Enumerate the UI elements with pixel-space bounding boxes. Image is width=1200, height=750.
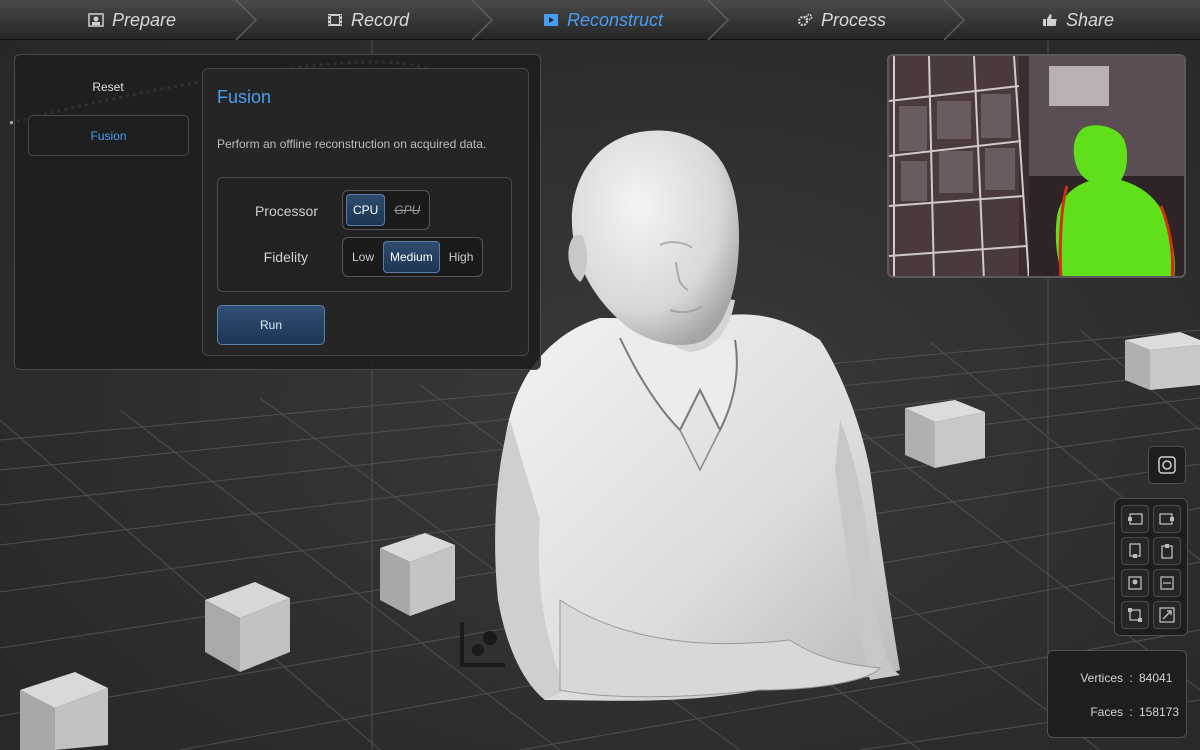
thumbs-up-icon (1043, 14, 1057, 26)
camera-preview (887, 54, 1186, 278)
panel-description: Perform an offline reconstruction on acq… (217, 137, 487, 151)
fidelity-option-low[interactable]: Low (346, 241, 380, 273)
faces-row: Faces : 158173 (1048, 705, 1188, 719)
gears-icon (797, 13, 813, 27)
camera-cube (20, 672, 108, 750)
step-label: Record (351, 9, 410, 30)
view-top-icon (1161, 544, 1173, 559)
faces-value: 158173 (1139, 705, 1180, 719)
fusion-panel: Fusion Perform an offline reconstruction… (202, 68, 529, 356)
film-icon (328, 14, 342, 26)
preview-image (889, 56, 1184, 276)
view-back-icon (1160, 576, 1174, 590)
reconstructed-mesh (495, 130, 900, 701)
view-bottom-button[interactable] (1121, 537, 1149, 565)
view-tools (1114, 498, 1188, 636)
view-left-icon (1128, 513, 1143, 525)
fullscreen-button[interactable] (1153, 601, 1181, 629)
workflow-bar: Prepare Record Reconstruct Process Share (0, 0, 1200, 40)
fit-view-icon (1128, 608, 1142, 622)
fidelity-option-high[interactable]: High (443, 241, 480, 273)
step-label: Share (1066, 9, 1115, 30)
sidebar-item-label: Fusion (90, 128, 127, 143)
processor-label: Processor (254, 203, 318, 219)
camera-cube (205, 582, 290, 672)
camera-cube (1125, 332, 1200, 390)
view-front-icon (1128, 576, 1142, 590)
processor-option-cpu[interactable]: CPU (346, 194, 386, 226)
run-button[interactable]: Run (217, 305, 325, 345)
view-right-icon (1159, 513, 1174, 525)
step-process[interactable]: Process (797, 0, 886, 40)
view-right-button[interactable] (1153, 505, 1181, 533)
sidebar-item-fusion[interactable]: Fusion (28, 115, 189, 156)
faces-label: Faces (1090, 705, 1123, 719)
step-prepare[interactable]: Prepare (88, 0, 176, 40)
step-reconstruct[interactable]: Reconstruct (543, 0, 663, 40)
fidelity-option-medium[interactable]: Medium (383, 241, 440, 273)
step-share[interactable]: Share (1042, 0, 1114, 40)
vertices-row: Vertices : 84041 (1048, 671, 1188, 685)
stat-separator: : (1129, 671, 1133, 685)
view-bottom-icon (1129, 543, 1141, 558)
view-back-button[interactable] (1153, 569, 1181, 597)
prepare-icon (88, 13, 104, 27)
mesh-stats: Vertices : 84041 Faces : 158173 (1047, 650, 1187, 738)
fidelity-selector: Low Medium High (342, 237, 484, 277)
view-top-button[interactable] (1153, 537, 1181, 565)
step-label: Reconstruct (567, 9, 664, 30)
fusion-settings: Processor CPU GPU Fidelity Low Medium Hi… (217, 177, 512, 292)
fit-view-button[interactable] (1121, 601, 1149, 629)
camera-reset-icon (1158, 456, 1176, 474)
reconstruct-icon (544, 14, 558, 26)
axis-gizmo (460, 622, 505, 667)
view-left-button[interactable] (1121, 505, 1149, 533)
step-label: Process (821, 9, 887, 30)
fullscreen-icon (1159, 607, 1175, 623)
vertices-label: Vertices (1080, 671, 1123, 685)
snapshot-button[interactable] (1148, 446, 1186, 484)
sidebar-item-reset[interactable]: Reset (28, 80, 188, 94)
processor-option-gpu: GPU (394, 203, 421, 217)
vertices-value: 84041 (1139, 671, 1173, 685)
step-label: Prepare (112, 9, 177, 30)
fidelity-label: Fidelity (263, 249, 308, 265)
view-front-button[interactable] (1121, 569, 1149, 597)
step-record[interactable]: Record (327, 0, 409, 40)
camera-cube (380, 533, 455, 616)
camera-cube (905, 400, 985, 468)
panel-title: Fusion (217, 87, 272, 107)
stat-separator: : (1129, 705, 1133, 719)
processor-selector: CPU GPU (342, 190, 431, 230)
